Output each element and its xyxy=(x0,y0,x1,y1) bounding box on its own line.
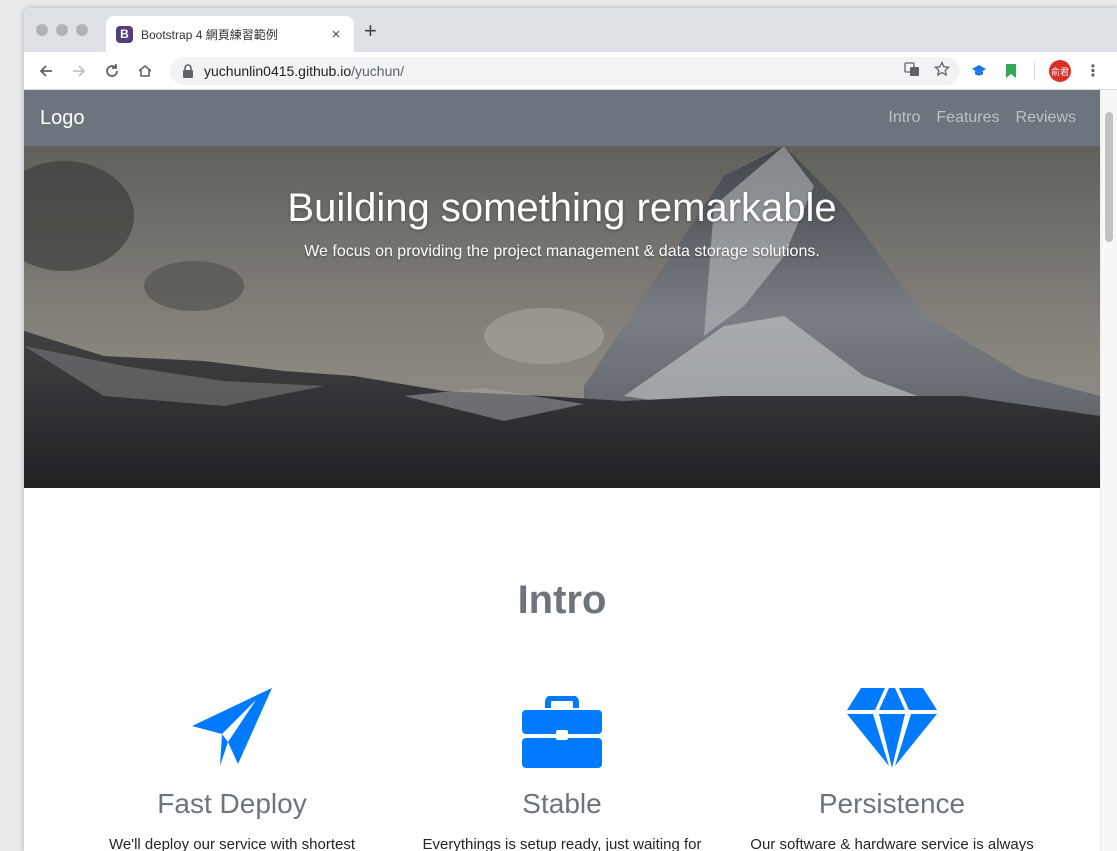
browser-toolbar: yuchunlin0415.github.io/yuchun/ 俞君 ⋮ xyxy=(24,52,1117,90)
browser-window: B Bootstrap 4 網頁練習範例 × + yuchunlin0415.g… xyxy=(24,8,1117,851)
web-page: Logo Intro Features Reviews Building som… xyxy=(24,90,1100,851)
feature-text: Everythings is setup ready, just waiting… xyxy=(422,836,702,851)
url-host: yuchunlin0415.github.io xyxy=(204,63,352,79)
feature-card: Fast Deploy We'll deploy our service wit… xyxy=(67,684,397,851)
address-bar[interactable]: yuchunlin0415.github.io/yuchun/ xyxy=(170,57,960,85)
intro-section-title: Intro xyxy=(517,578,607,622)
browser-tab[interactable]: B Bootstrap 4 網頁練習範例 × xyxy=(106,16,354,52)
forward-arrow-icon[interactable] xyxy=(65,57,93,85)
feature-title: Stable xyxy=(522,788,602,819)
lock-icon xyxy=(183,64,193,78)
feature-title: Fast Deploy xyxy=(157,788,307,819)
hero-subtitle: We focus on providing the project manage… xyxy=(304,243,820,260)
close-window-button[interactable] xyxy=(36,24,48,36)
bookmark-star-icon[interactable] xyxy=(933,60,951,81)
feature-text: Our software & hardware service is alway… xyxy=(750,836,1034,851)
profile-avatar[interactable]: 俞君 xyxy=(1049,60,1071,82)
feature-title: Persistence xyxy=(818,788,966,819)
window-controls xyxy=(36,24,88,36)
gem-icon xyxy=(847,688,937,768)
page-scrollbar[interactable] xyxy=(1100,90,1117,851)
feature-list: Fast Deploy We'll deploy our service wit… xyxy=(67,684,1057,851)
back-arrow-icon[interactable] xyxy=(32,57,60,85)
nav-link-features[interactable]: Features xyxy=(936,109,999,127)
zoom-window-button[interactable] xyxy=(76,24,88,36)
url-path: /yuchun/ xyxy=(351,63,405,79)
browser-menu-icon[interactable]: ⋮ xyxy=(1085,61,1101,81)
hero-title: Building something remarkable xyxy=(287,186,837,230)
url-text: yuchunlin0415.github.io/yuchun/ xyxy=(204,63,404,79)
home-icon[interactable] xyxy=(131,57,159,85)
bootstrap-favicon-icon: B xyxy=(116,25,133,43)
nav-link-reviews[interactable]: Reviews xyxy=(1016,109,1076,127)
feature-card: Stable Everythings is setup ready, just … xyxy=(397,684,727,851)
reload-icon[interactable] xyxy=(98,57,126,85)
scrollbar-thumb[interactable] xyxy=(1105,112,1113,242)
nav-links: Intro Features Reviews xyxy=(888,109,1076,127)
minimize-window-button[interactable] xyxy=(56,24,68,36)
site-logo[interactable]: Logo xyxy=(40,107,85,130)
site-navbar: Logo Intro Features Reviews xyxy=(24,90,1100,146)
nav-link-intro[interactable]: Intro xyxy=(888,109,920,127)
feature-card: Persistence Our software & hardware serv… xyxy=(727,684,1057,851)
extension-graduation-cap-icon[interactable] xyxy=(970,62,988,80)
briefcase-icon xyxy=(522,696,602,768)
new-tab-button[interactable]: + xyxy=(364,20,377,42)
close-tab-icon[interactable]: × xyxy=(328,26,344,43)
translate-icon[interactable] xyxy=(904,61,920,81)
feature-text: We'll deploy our service with shortest xyxy=(108,836,356,851)
tab-title: Bootstrap 4 網頁練習範例 xyxy=(141,27,278,42)
tab-strip: B Bootstrap 4 網頁練習範例 × + xyxy=(24,8,1117,52)
hero-banner: Building something remarkable We focus o… xyxy=(24,146,1100,488)
paper-plane-icon xyxy=(192,688,272,766)
extension-bookmark-icon[interactable] xyxy=(1002,62,1020,80)
